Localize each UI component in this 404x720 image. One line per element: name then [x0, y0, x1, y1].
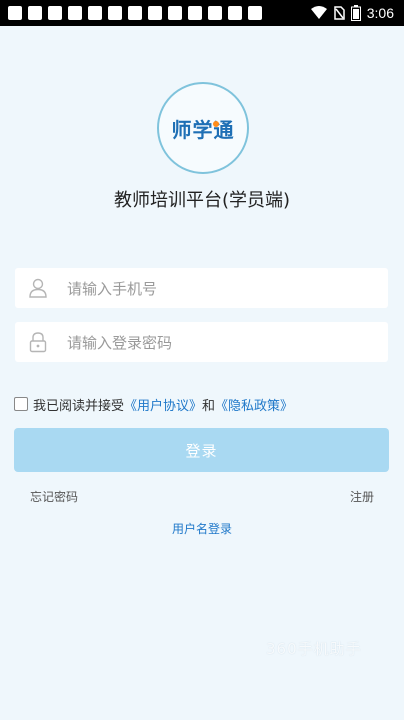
notification-icon	[168, 6, 182, 20]
app-title: 教师培训平台(学员端)	[113, 190, 291, 211]
notification-icon	[208, 6, 222, 20]
notification-icon	[48, 6, 62, 20]
phone-input[interactable]	[65, 268, 379, 310]
register-link[interactable]: 注册	[350, 488, 374, 505]
notification-icon	[108, 6, 122, 20]
status-time: 3:06	[366, 5, 394, 21]
password-input[interactable]	[65, 322, 379, 364]
notification-icon	[88, 6, 102, 20]
phone-field[interactable]	[15, 268, 388, 310]
watermark: 360手机助手	[266, 640, 362, 658]
notification-icon	[128, 6, 142, 20]
status-indicators: 3:06	[310, 3, 394, 23]
battery-icon	[350, 5, 361, 21]
password-field[interactable]	[15, 322, 388, 364]
notification-icon	[68, 6, 82, 20]
notification-icon	[8, 6, 22, 20]
user-icon	[29, 278, 47, 298]
username-login-label[interactable]: 用户名登录	[172, 522, 232, 536]
notification-icon	[148, 6, 162, 20]
login-button[interactable]: 登录	[14, 428, 389, 472]
notification-icon	[188, 6, 202, 20]
app-logo: 师学通	[157, 82, 249, 174]
no-sim-icon	[334, 6, 345, 20]
agreement-checkbox[interactable]	[14, 397, 28, 411]
user-agreement-link[interactable]: 《用户协议》	[124, 395, 202, 414]
lock-icon	[29, 332, 47, 353]
agreement-text: 我已阅读并接受	[33, 398, 125, 414]
logo-accent-dot	[213, 121, 219, 127]
logo-text: 师学通	[171, 117, 235, 142]
agreement-and-text: 和	[202, 398, 216, 414]
agreement-row: 我已阅读并接受 《用户协议》 和 《隐私政策》	[14, 394, 293, 414]
status-bar: 3:06	[0, 0, 404, 26]
wifi-icon	[310, 6, 327, 19]
notification-icon	[248, 6, 262, 20]
forgot-password-link[interactable]: 忘记密码	[30, 488, 78, 505]
notification-icon	[228, 6, 242, 20]
privacy-policy-link[interactable]: 《隐私政策》	[215, 395, 293, 414]
notification-icon	[28, 6, 42, 20]
username-login-link: 用户名登录	[0, 520, 404, 537]
